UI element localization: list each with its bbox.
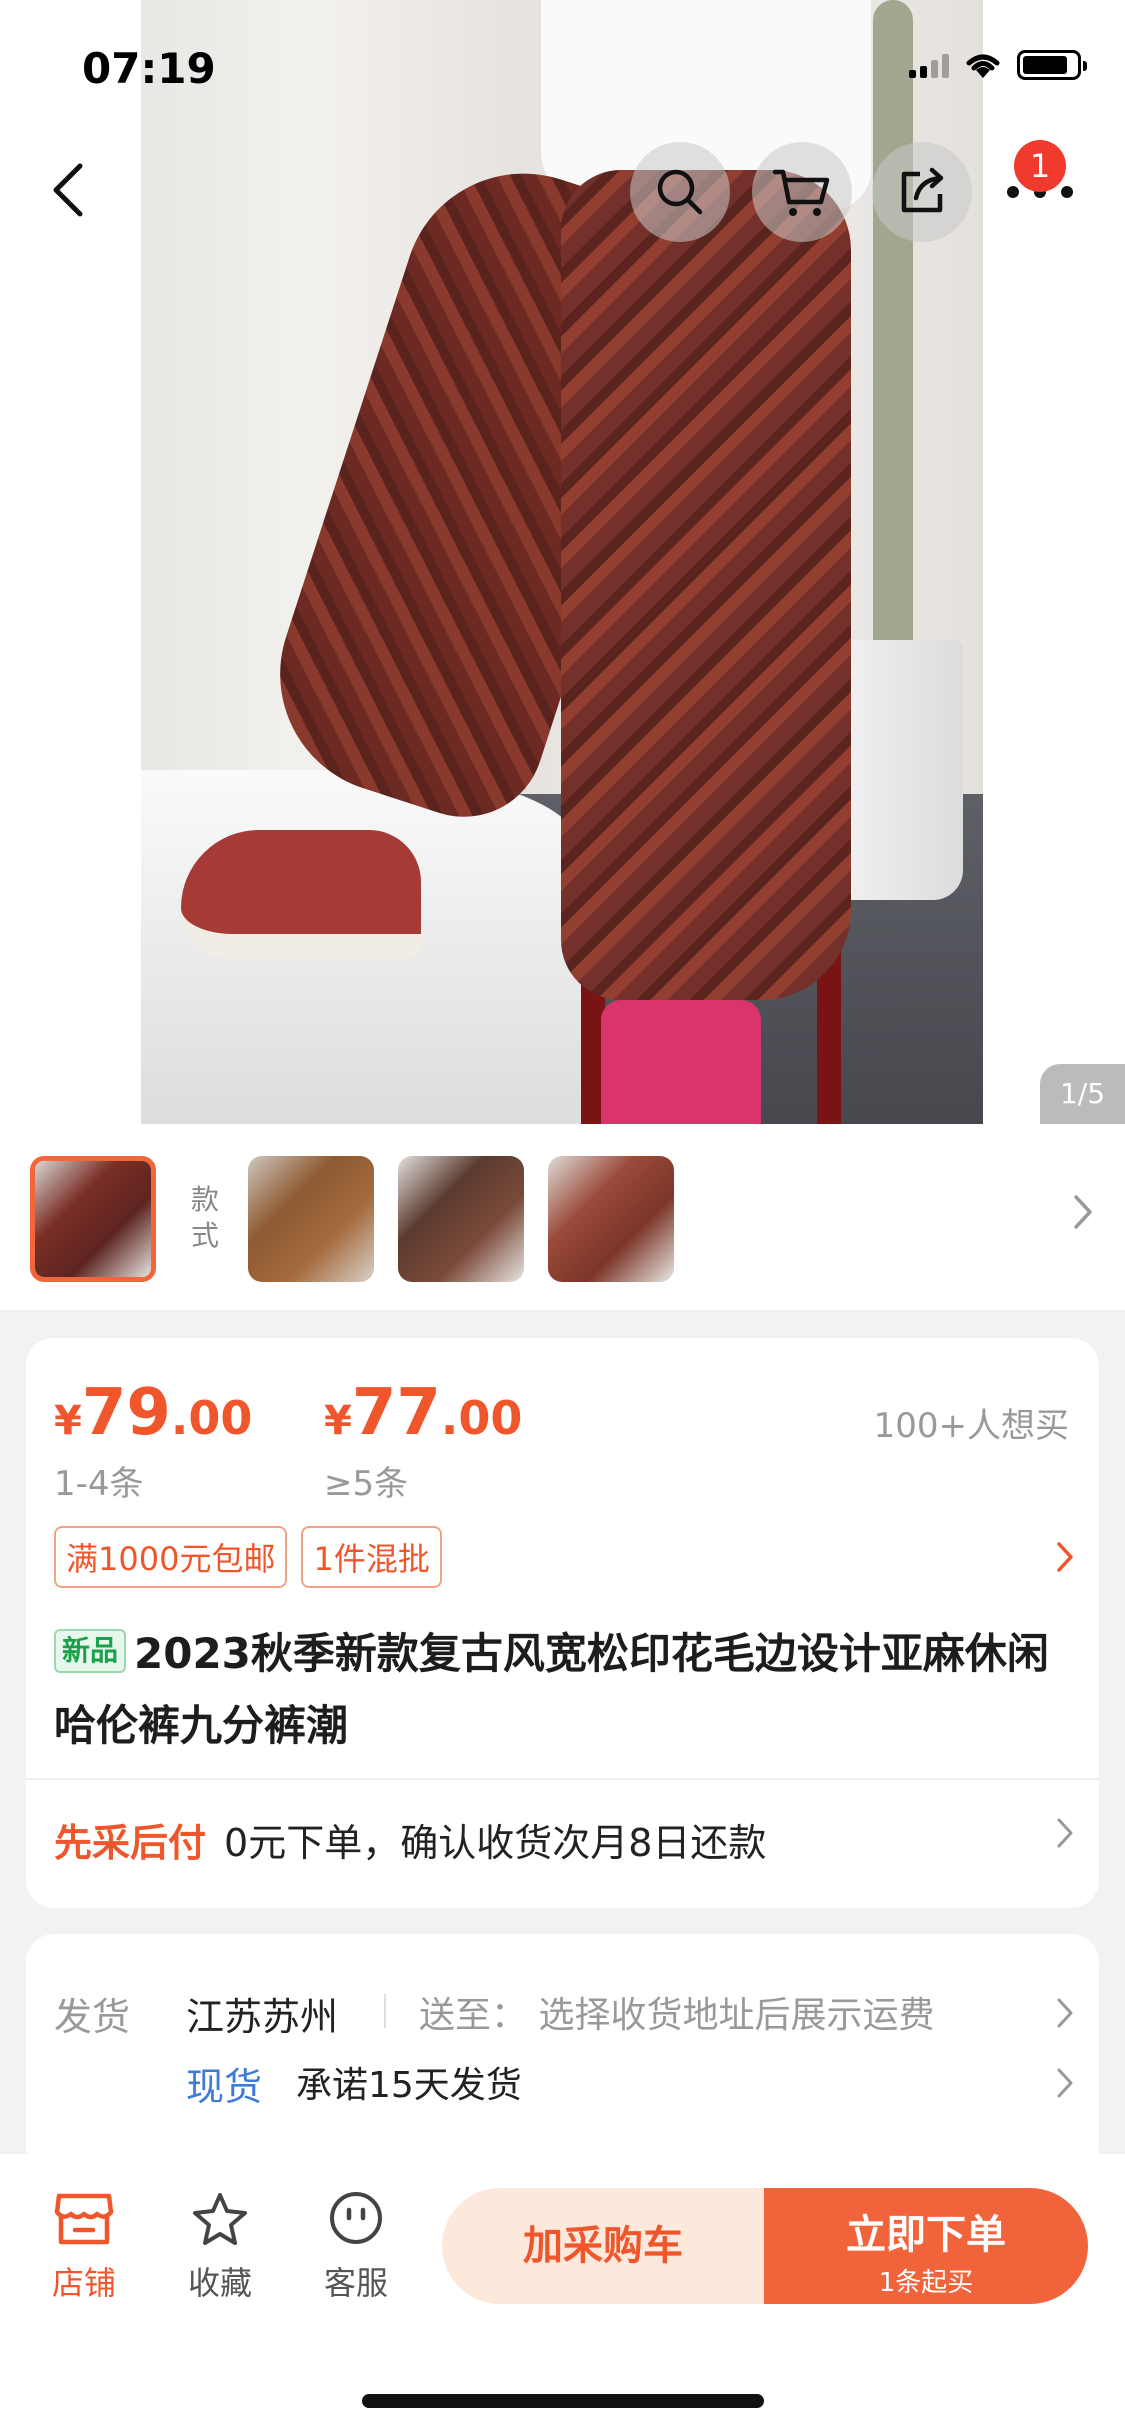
thumbnail-more-button[interactable]: [1071, 1192, 1095, 1236]
style-thumbnail-row: 款式: [0, 1124, 1125, 1310]
buy-now-button[interactable]: 立即下单 1条起买: [764, 2188, 1088, 2304]
service-label: 客服: [323, 2264, 388, 2302]
pay-later-text: 0元下单，确认收货次月8日还款: [224, 1821, 767, 1865]
chevron-right-icon: [1057, 2068, 1073, 2098]
product-title-text: 2023秋季新款复古风宽松印花毛边设计亚麻休闲哈伦裤九分裤潮: [54, 1629, 1049, 1750]
in-stock-label: 现货: [186, 2065, 263, 2109]
customer-service-button[interactable]: 客服: [306, 2190, 406, 2304]
photo-shoe-left: [181, 830, 421, 960]
status-icons: [909, 50, 1087, 80]
cellular-signal-icon: [909, 52, 949, 78]
price-quantity: 1-4条: [54, 1464, 144, 1504]
ship-address-arrow[interactable]: [1055, 1996, 1075, 2034]
chevron-right-icon: [1074, 1195, 1092, 1229]
ship-from-location: 江苏苏州: [186, 1995, 339, 2039]
divider: [26, 1778, 1099, 1780]
chevron-right-icon: [1057, 1818, 1073, 1848]
cart-button[interactable]: [752, 142, 852, 242]
cart-icon: [772, 169, 830, 216]
pay-later-arrow[interactable]: [1055, 1816, 1075, 1854]
price-value: ¥79.00: [54, 1376, 253, 1450]
photo-shoe-right: [601, 1000, 761, 1124]
price-quantity: ≥5条: [324, 1464, 409, 1504]
photo-plant: [873, 0, 913, 660]
chevron-left-icon: [53, 163, 83, 217]
want-count: 100+人想买: [873, 1406, 1069, 1446]
favorite-label: 收藏: [187, 2264, 252, 2302]
shipping-label: 发货: [54, 1995, 131, 2039]
battery-icon: [1017, 50, 1087, 80]
star-icon: [193, 2193, 247, 2245]
thumbnail-style-label: 款式: [190, 1183, 219, 1252]
delivery-promise: 承诺15天发货: [296, 2065, 522, 2106]
chat-face-icon: [330, 2192, 382, 2244]
delivery-promise-arrow[interactable]: [1055, 2066, 1075, 2104]
back-button[interactable]: [44, 150, 94, 230]
price-tier-2: ¥77.00 ≥5条: [324, 1376, 522, 1505]
chevron-right-icon: [1057, 1998, 1073, 2028]
promo-more-button[interactable]: [1055, 1540, 1075, 1578]
thumbnail-2[interactable]: [248, 1156, 374, 1282]
promo-tags[interactable]: 满1000元包邮 1件混批: [54, 1526, 442, 1588]
favorite-button[interactable]: 收藏: [170, 2190, 270, 2304]
product-photo[interactable]: [141, 0, 983, 1124]
pay-later-row[interactable]: 先采后付 0元下单，确认收货次月8日还款: [54, 1812, 766, 1867]
pay-later-label: 先采后付: [54, 1821, 207, 1865]
thumbnail-1-selected[interactable]: [30, 1156, 156, 1282]
search-icon: [657, 169, 703, 215]
price-value: ¥77.00: [324, 1376, 523, 1450]
product-title: 新品 2023秋季新款复古风宽松印花毛边设计亚麻休闲哈伦裤九分裤潮: [54, 1618, 1064, 1762]
share-button[interactable]: [872, 142, 972, 242]
share-icon: [901, 167, 944, 213]
status-time: 07:19: [82, 44, 216, 93]
search-button[interactable]: [630, 142, 730, 242]
notification-badge: 1: [1014, 140, 1066, 192]
shop-button[interactable]: 店铺: [34, 2190, 134, 2304]
chevron-right-icon: [1057, 1542, 1073, 1572]
buy-now-label: 立即下单: [846, 2212, 1006, 2258]
wifi-icon: [966, 54, 1000, 78]
ship-to-address[interactable]: 送至： 选择收货地址后展示运费: [419, 1986, 934, 2038]
price-tier-1: ¥79.00 1-4条: [54, 1376, 252, 1505]
thumbnail-3[interactable]: [398, 1156, 524, 1282]
new-product-badge: 新品: [54, 1629, 127, 1673]
add-to-cart-button[interactable]: 加采购车: [442, 2188, 764, 2304]
buy-min-qty: 1条起买: [878, 2268, 974, 2298]
price-card: ¥79.00 1-4条 ¥77.00 ≥5条 100+人想买 满1000元包邮 …: [26, 1338, 1099, 1908]
promo-tag-mixed-wholesale[interactable]: 1件混批: [301, 1526, 442, 1588]
image-counter: 1/5: [1040, 1064, 1125, 1124]
store-icon: [54, 2193, 114, 2245]
photo-pants-right: [561, 170, 851, 1000]
shop-label: 店铺: [51, 2264, 116, 2302]
thumbnail-4[interactable]: [548, 1156, 674, 1282]
home-indicator[interactable]: [362, 2394, 764, 2408]
shipping-card[interactable]: 发货 江苏苏州 送至： 选择收货地址后展示运费 现货 承诺15天发货: [26, 1934, 1099, 2174]
separator: [384, 1994, 386, 2028]
promo-tag-free-shipping[interactable]: 满1000元包邮: [54, 1526, 288, 1588]
